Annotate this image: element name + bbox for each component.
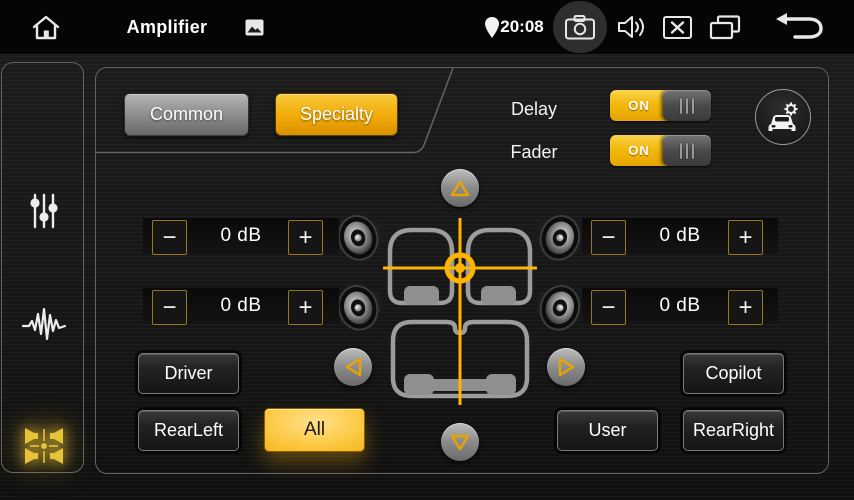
zone-user-label: User	[588, 420, 626, 441]
front-left-gain-plus-button[interactable]: +	[288, 220, 323, 255]
recent-apps-icon	[709, 15, 741, 40]
rear-left-speaker-icon	[334, 278, 388, 336]
zone-all-label: All	[304, 419, 325, 441]
status-bar: Amplifier 20:08	[0, 0, 854, 55]
front-left-speaker-icon	[334, 208, 388, 266]
waveform-icon	[21, 303, 67, 347]
tab-specialty[interactable]: Specialty	[275, 93, 398, 136]
zone-rearright-label: RearRight	[693, 420, 774, 441]
sidebar-item-equalizer[interactable]	[21, 188, 67, 234]
move-left-button[interactable]	[334, 348, 372, 386]
move-rear-button[interactable]	[441, 423, 479, 461]
equalizer-icon	[22, 189, 66, 233]
fader-toggle[interactable]: ON	[610, 135, 711, 166]
car-settings-icon	[764, 100, 802, 134]
front-left-gain-minus-button[interactable]: −	[152, 220, 187, 255]
rear-right-speaker-icon	[530, 278, 584, 336]
rear-right-gain-minus-button[interactable]: −	[591, 290, 626, 325]
close-app-button[interactable]	[660, 0, 694, 54]
arrow-down-icon	[450, 434, 470, 451]
zone-driver-label: Driver	[165, 363, 213, 384]
screenshot-button[interactable]	[553, 1, 607, 53]
delay-toggle-knob	[663, 90, 711, 121]
tab-common[interactable]: Common	[124, 93, 249, 136]
back-button[interactable]	[768, 0, 830, 54]
front-right-speaker-icon	[530, 208, 584, 266]
car-settings-button[interactable]	[755, 89, 811, 145]
delay-toggle[interactable]: ON	[610, 90, 711, 121]
arrow-up-icon	[450, 180, 470, 197]
zone-user-button[interactable]: User	[557, 410, 658, 451]
home-button[interactable]	[28, 0, 64, 54]
volume-button[interactable]	[614, 0, 650, 54]
zone-rearright-button[interactable]: RearRight	[683, 410, 784, 451]
front-right-gain-plus-button[interactable]: +	[728, 220, 763, 255]
recents-button[interactable]	[704, 0, 746, 54]
back-icon	[773, 12, 825, 42]
fader-label: Fader	[489, 137, 579, 167]
zone-copilot-button[interactable]: Copilot	[683, 353, 784, 394]
sidebar-item-sound-effects[interactable]	[21, 302, 67, 348]
move-right-button[interactable]	[547, 348, 585, 386]
amplifier-screen: Amplifier 20:08	[0, 0, 854, 500]
volume-icon	[617, 14, 648, 40]
arrow-left-icon	[345, 357, 362, 377]
fader-toggle-knob	[663, 135, 711, 166]
close-window-icon	[663, 16, 692, 39]
front-right-gain-minus-button[interactable]: −	[591, 220, 626, 255]
tab-specialty-label: Specialty	[300, 104, 373, 125]
page-title: Amplifier	[122, 0, 212, 54]
rear-left-gain-minus-button[interactable]: −	[152, 290, 187, 325]
zone-rearleft-label: RearLeft	[154, 420, 223, 441]
delay-toggle-state: ON	[610, 90, 668, 121]
home-icon	[31, 14, 61, 41]
rear-left-gain-plus-button[interactable]: +	[288, 290, 323, 325]
wallpaper-button[interactable]	[242, 0, 266, 54]
move-front-button[interactable]	[441, 169, 479, 207]
sidebar-item-balance-fader[interactable]	[21, 423, 67, 469]
zone-all-button[interactable]: All	[264, 408, 365, 452]
clock: 20:08	[496, 0, 548, 54]
fader-toggle-state: ON	[610, 135, 668, 166]
zone-copilot-label: Copilot	[705, 363, 761, 384]
balance-fader-icon	[22, 424, 66, 468]
zone-driver-button[interactable]: Driver	[138, 353, 239, 394]
arrow-right-icon	[558, 357, 575, 377]
gallery-icon	[245, 19, 264, 36]
audio-nav-sidebar	[1, 62, 84, 473]
zone-rearleft-button[interactable]: RearLeft	[138, 410, 239, 451]
tab-common-label: Common	[150, 104, 223, 125]
camera-icon	[565, 15, 595, 40]
delay-label: Delay	[489, 94, 579, 124]
rear-right-gain-plus-button[interactable]: +	[728, 290, 763, 325]
